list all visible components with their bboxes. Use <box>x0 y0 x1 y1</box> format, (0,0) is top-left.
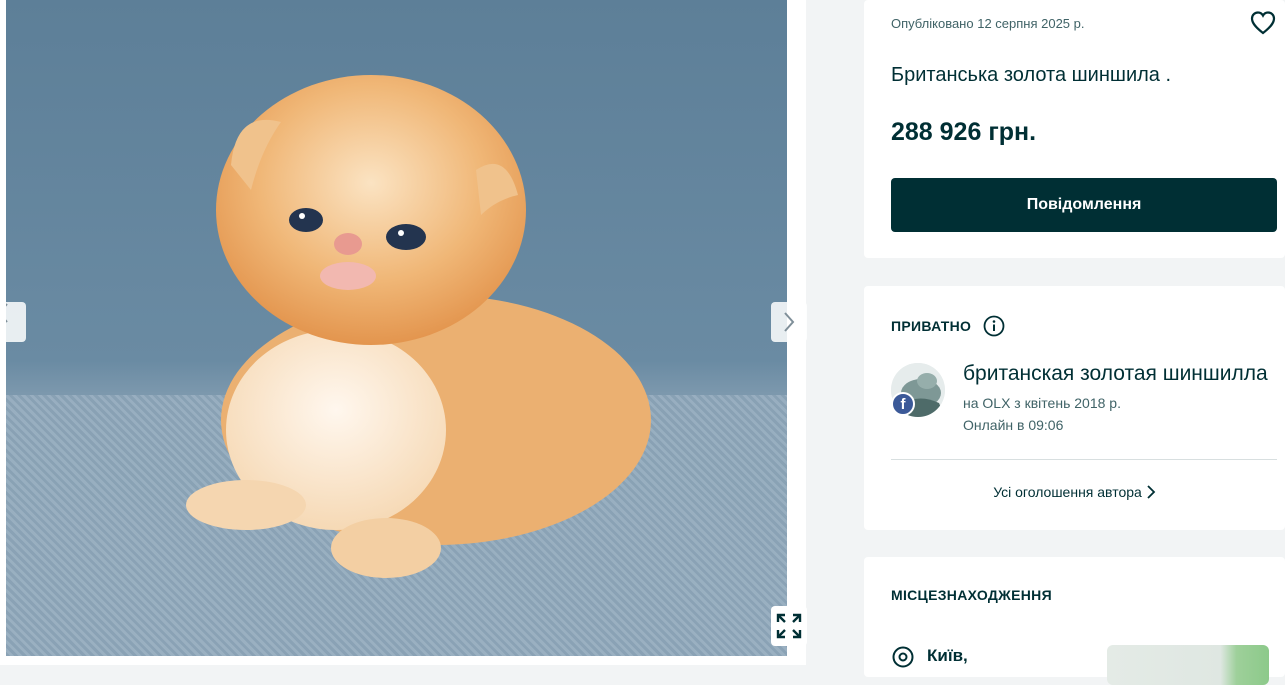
message-button[interactable]: Повідомлення <box>891 178 1277 232</box>
previous-photo-button[interactable] <box>6 302 26 342</box>
location-city: Київ, <box>927 646 968 665</box>
seller-name[interactable]: британская золотая шиншилла <box>963 362 1275 386</box>
kitten-illustration <box>186 75 651 578</box>
location-pin-icon <box>892 646 914 668</box>
all-ads-link[interactable]: Усі оголошення автора <box>864 484 1285 500</box>
listing-summary-card: Опубліковано 12 серпня 2025 р. Британськ… <box>864 0 1285 258</box>
chevron-right-icon <box>784 312 795 332</box>
location-card: МІСЦЕЗНАХОДЖЕННЯ Київ, <box>864 557 1285 685</box>
facebook-icon: f <box>891 392 915 416</box>
listing-photo[interactable] <box>6 0 787 656</box>
posted-date: Опубліковано 12 серпня 2025 р. <box>891 16 1085 31</box>
chevron-right-icon <box>1147 485 1156 499</box>
image-gallery <box>0 0 807 665</box>
info-icon[interactable] <box>983 315 1005 337</box>
seller-card: ПРИВАТНО f британская золотая шиншилла н… <box>864 286 1285 530</box>
listing-price: 288 926 грн. <box>891 118 1037 146</box>
listing-title: Британська золота шиншила . <box>891 64 1172 86</box>
fullscreen-button[interactable] <box>771 606 807 646</box>
divider <box>891 459 1277 460</box>
seller-type-label: ПРИВАТНО <box>891 318 972 334</box>
all-ads-label: Усі оголошення автора <box>993 484 1142 500</box>
heart-icon[interactable] <box>1250 10 1276 36</box>
last-online: Онлайн в 09:06 <box>963 417 1064 433</box>
fullscreen-icon <box>776 613 802 639</box>
member-since: на OLX з квітень 2018 р. <box>963 395 1121 411</box>
next-photo-button[interactable] <box>771 302 807 342</box>
location-heading: МІСЦЕЗНАХОДЖЕННЯ <box>891 587 1052 603</box>
map-thumbnail[interactable] <box>1107 645 1269 685</box>
chevron-left-icon <box>6 303 8 323</box>
